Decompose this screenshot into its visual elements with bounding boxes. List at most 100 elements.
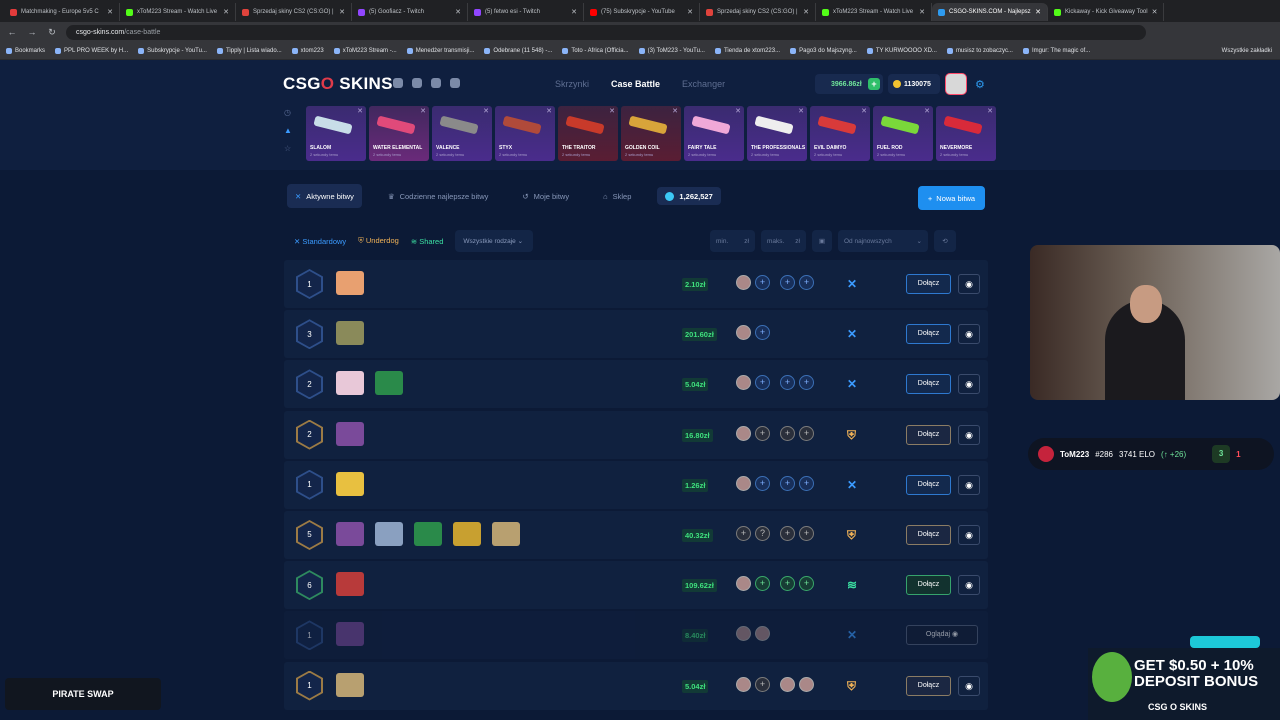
- avatar[interactable]: [945, 73, 967, 95]
- empty-slot[interactable]: +: [799, 525, 814, 541]
- drop-card[interactable]: ✕ THE TRAITOR 2 sekundy temu: [558, 106, 618, 161]
- join-button[interactable]: Dołącz: [906, 675, 951, 696]
- new-battle-button[interactable]: + Nowa bitwa: [918, 186, 985, 210]
- back-icon[interactable]: ←: [6, 27, 18, 37]
- close-icon[interactable]: ✕: [919, 8, 925, 16]
- x-twitter-icon[interactable]: [450, 78, 460, 88]
- browser-tab[interactable]: (5) Goofiacz - Twitch ✕: [352, 3, 468, 21]
- close-icon[interactable]: ✕: [803, 8, 809, 16]
- all-bookmarks[interactable]: Wszystkie zakładki: [1222, 48, 1272, 54]
- bookmark-item[interactable]: xToM223 Stream -...: [333, 47, 397, 54]
- join-button[interactable]: Dołącz: [906, 274, 951, 294]
- bookmark-item[interactable]: Tipply | Lista wiado...: [216, 47, 282, 54]
- join-button[interactable]: Dołącz: [906, 524, 951, 545]
- eye-icon[interactable]: ◉: [958, 675, 980, 696]
- empty-slot[interactable]: ?: [755, 525, 770, 541]
- filter-underdog[interactable]: ⛨ Underdog: [358, 236, 399, 246]
- empty-slot[interactable]: +: [799, 576, 814, 592]
- join-button[interactable]: Dołącz: [906, 424, 951, 445]
- join-button[interactable]: Dołącz: [906, 474, 951, 495]
- filter-shared[interactable]: ≋ Shared: [411, 237, 444, 246]
- close-icon[interactable]: ✕: [987, 107, 993, 115]
- close-icon[interactable]: ✕: [339, 8, 345, 16]
- empty-slot[interactable]: +: [780, 425, 795, 441]
- nav-cases[interactable]: Skrzynki: [555, 79, 589, 89]
- refresh-icon[interactable]: ⟲: [934, 230, 956, 252]
- reload-icon[interactable]: ↻: [46, 27, 58, 38]
- empty-slot[interactable]: +: [799, 275, 814, 290]
- empty-slot[interactable]: +: [780, 576, 795, 592]
- filter-standard[interactable]: ✕ Standardowy: [294, 237, 346, 246]
- close-icon[interactable]: ✕: [357, 107, 363, 115]
- forward-icon[interactable]: →: [26, 27, 38, 37]
- empty-slot[interactable]: +: [755, 475, 770, 491]
- drop-card[interactable]: ✕ THE PROFESSIONALS 2 sekundy temu: [747, 106, 807, 161]
- bookmark-item[interactable]: TY KURWOOOO XD...: [866, 47, 937, 54]
- close-icon[interactable]: ✕: [223, 8, 229, 16]
- close-icon[interactable]: ✕: [107, 8, 113, 16]
- join-button[interactable]: Dołącz: [906, 374, 951, 395]
- browser-tab[interactable]: Sprzedaj skiny CS2 (CS:GO) | ✕: [700, 3, 816, 21]
- nav-exchanger[interactable]: Exchanger: [682, 79, 725, 89]
- browser-tab[interactable]: (5) fetwo esi - Twitch ✕: [468, 3, 584, 21]
- browser-tab[interactable]: xToM223 Stream - Watch Live ✕: [120, 3, 236, 21]
- min-price-input[interactable]: min. zł: [710, 230, 755, 252]
- eye-icon[interactable]: ◉: [958, 274, 980, 294]
- empty-slot[interactable]: +: [799, 475, 814, 491]
- drop-card[interactable]: ✕ NEVERMORE 2 sekundy temu: [936, 106, 996, 161]
- close-icon[interactable]: ✕: [609, 107, 615, 115]
- tab-daily-best[interactable]: ♛ Codzienne najlepsze bitwy: [380, 184, 497, 208]
- facebook-icon[interactable]: [412, 78, 422, 88]
- discord-icon[interactable]: [393, 78, 403, 88]
- close-icon[interactable]: ✕: [420, 107, 426, 115]
- empty-slot[interactable]: +: [755, 325, 770, 341]
- browser-tab[interactable]: (75) Subskrypcje - YouTube ✕: [584, 3, 700, 21]
- sort-select[interactable]: Od najnowszych ⌄: [838, 230, 928, 252]
- browser-tab[interactable]: xToM223 Stream - Watch Live ✕: [816, 3, 932, 21]
- close-icon[interactable]: ✕: [571, 8, 577, 16]
- close-icon[interactable]: ✕: [735, 107, 741, 115]
- drop-card[interactable]: ✕ GOLDEN COIL 2 sekundy temu: [621, 106, 681, 161]
- drop-card[interactable]: ✕ STYX 2 sekundy temu: [495, 106, 555, 161]
- drop-card[interactable]: ✕ WATER ELEMENTAL 2 sekundy temu: [369, 106, 429, 161]
- close-icon[interactable]: ✕: [924, 107, 930, 115]
- tab-active-battles[interactable]: ✕ Aktywne bitwy: [287, 184, 362, 208]
- bookmark-item[interactable]: (3) ToM223 - YouTu...: [638, 47, 705, 54]
- empty-slot[interactable]: +: [755, 275, 770, 290]
- eye-icon[interactable]: ◉: [958, 575, 980, 596]
- empty-slot[interactable]: +: [780, 475, 795, 491]
- max-price-input[interactable]: maks. zł: [761, 230, 806, 252]
- calendar-icon[interactable]: ▣: [812, 230, 832, 252]
- deposit-plus-icon[interactable]: +: [868, 78, 880, 90]
- drop-card[interactable]: ✕ VALENCE 2 sekundy temu: [432, 106, 492, 161]
- bookmark-item[interactable]: xtom223: [291, 47, 324, 54]
- bookmark-item[interactable]: PPL PRO WEEK by H...: [55, 47, 128, 54]
- close-icon[interactable]: ✕: [546, 107, 552, 115]
- join-button[interactable]: Dołącz: [906, 324, 951, 345]
- tab-shop[interactable]: ⌂ Sklep: [595, 184, 639, 208]
- eye-icon[interactable]: ◉: [958, 474, 980, 495]
- browser-tab[interactable]: Sprzedaj skiny CS2 (CS:GO) | ✕: [236, 3, 352, 21]
- bookmark-item[interactable]: Toto - Africa (Officia...: [562, 47, 629, 54]
- tab-my-battles[interactable]: ↺ Moje bitwy: [514, 184, 577, 208]
- drop-card[interactable]: ✕ FAIRY TALE 2 sekundy temu: [684, 106, 744, 161]
- coin-balance[interactable]: 1130075: [888, 74, 940, 94]
- watch-button[interactable]: Oglądaj ◉: [906, 625, 978, 646]
- wallet-balance[interactable]: 3966.86zł +: [815, 74, 883, 94]
- bookmark-item[interactable]: Subskrypcje - YouTu...: [138, 47, 207, 54]
- empty-slot[interactable]: +: [755, 576, 770, 592]
- gear-icon[interactable]: ⚙: [975, 78, 985, 91]
- bookmark-item[interactable]: Tienda de xtom223...: [714, 47, 780, 54]
- close-icon[interactable]: ✕: [687, 8, 693, 16]
- nav-case-battle[interactable]: Case Battle: [611, 79, 660, 89]
- bookmark-item[interactable]: Menedżer transmisji...: [406, 47, 474, 54]
- close-icon[interactable]: ✕: [483, 107, 489, 115]
- eye-icon[interactable]: ◉: [958, 524, 980, 545]
- thumb-icon[interactable]: ▲: [284, 126, 292, 135]
- bookmark-item[interactable]: musisz to zobaczyc...: [946, 47, 1013, 54]
- drop-card[interactable]: ✕ SLALOM 2 sekundy temu: [306, 106, 366, 161]
- star-icon[interactable]: ☆: [284, 144, 292, 153]
- browser-tab[interactable]: Kickaway - Kick Giveaway Tool ✕: [1048, 3, 1164, 21]
- close-icon[interactable]: ✕: [1152, 8, 1158, 16]
- empty-slot[interactable]: +: [736, 525, 751, 541]
